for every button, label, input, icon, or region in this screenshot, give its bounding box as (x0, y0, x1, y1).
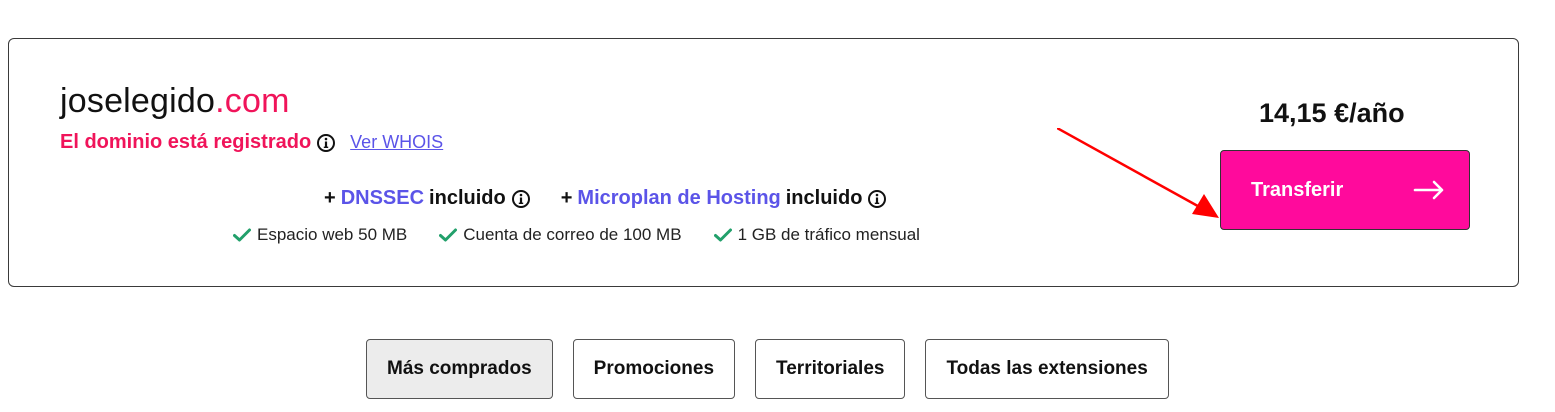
feature-suffix: incluido (785, 187, 863, 209)
transfer-button-label: Transferir (1251, 178, 1344, 201)
arrow-right-icon (1413, 180, 1445, 200)
extension-tabs: Más comprados Promociones Territoriales … (366, 339, 1169, 399)
check-icon (439, 228, 458, 242)
domain-tld: .com (215, 82, 290, 120)
spec-item: Espacio web 50 MB (233, 225, 407, 245)
spec-item: 1 GB de tráfico mensual (713, 225, 920, 245)
feature-name: Microplan de Hosting (577, 187, 781, 209)
whois-link[interactable]: Ver WHOIS (350, 132, 443, 153)
info-icon[interactable] (316, 133, 336, 153)
included-features-row: + DNSSEC incluido + Microplan de Hosting… (324, 187, 887, 210)
domain-status-row: El dominio está registrado Ver WHOIS (60, 131, 443, 154)
feature-name: DNSSEC (340, 187, 425, 209)
tab-promociones[interactable]: Promociones (572, 339, 736, 399)
price-label: 14,15 €/año (1259, 98, 1405, 128)
transfer-button[interactable]: Transferir (1220, 150, 1470, 230)
domain-result-card: joselegido.com El dominio está registrad… (8, 38, 1519, 287)
hosting-specs-row: Espacio web 50 MB Cuenta de correo de 10… (233, 225, 920, 245)
check-icon (233, 228, 251, 242)
spec-label: Cuenta de correo de 100 MB (463, 225, 682, 244)
tab-territoriales[interactable]: Territoriales (755, 339, 906, 399)
red-annotation-arrow (1057, 128, 1219, 218)
info-icon[interactable] (511, 189, 531, 209)
tab-todas-las-extensiones[interactable]: Todas las extensiones (925, 339, 1169, 399)
feature-hosting: + Microplan de Hosting incluido (561, 187, 888, 210)
feature-suffix: incluido (429, 187, 506, 209)
domain-name: joselegido.com (60, 82, 290, 121)
feature-dnssec: + DNSSEC incluido (324, 187, 531, 210)
spec-label: Espacio web 50 MB (257, 225, 408, 244)
feature-prefix: + (560, 187, 573, 209)
info-icon[interactable] (867, 189, 887, 209)
spec-label: 1 GB de tráfico mensual (737, 225, 920, 244)
spec-item: Cuenta de correo de 100 MB (439, 225, 682, 245)
check-icon (713, 228, 732, 242)
tab-mas-comprados[interactable]: Más comprados (366, 339, 553, 399)
feature-prefix: + (324, 187, 336, 209)
domain-name-base: joselegido (60, 82, 216, 120)
domain-status-text: El dominio está registrado (60, 131, 312, 153)
